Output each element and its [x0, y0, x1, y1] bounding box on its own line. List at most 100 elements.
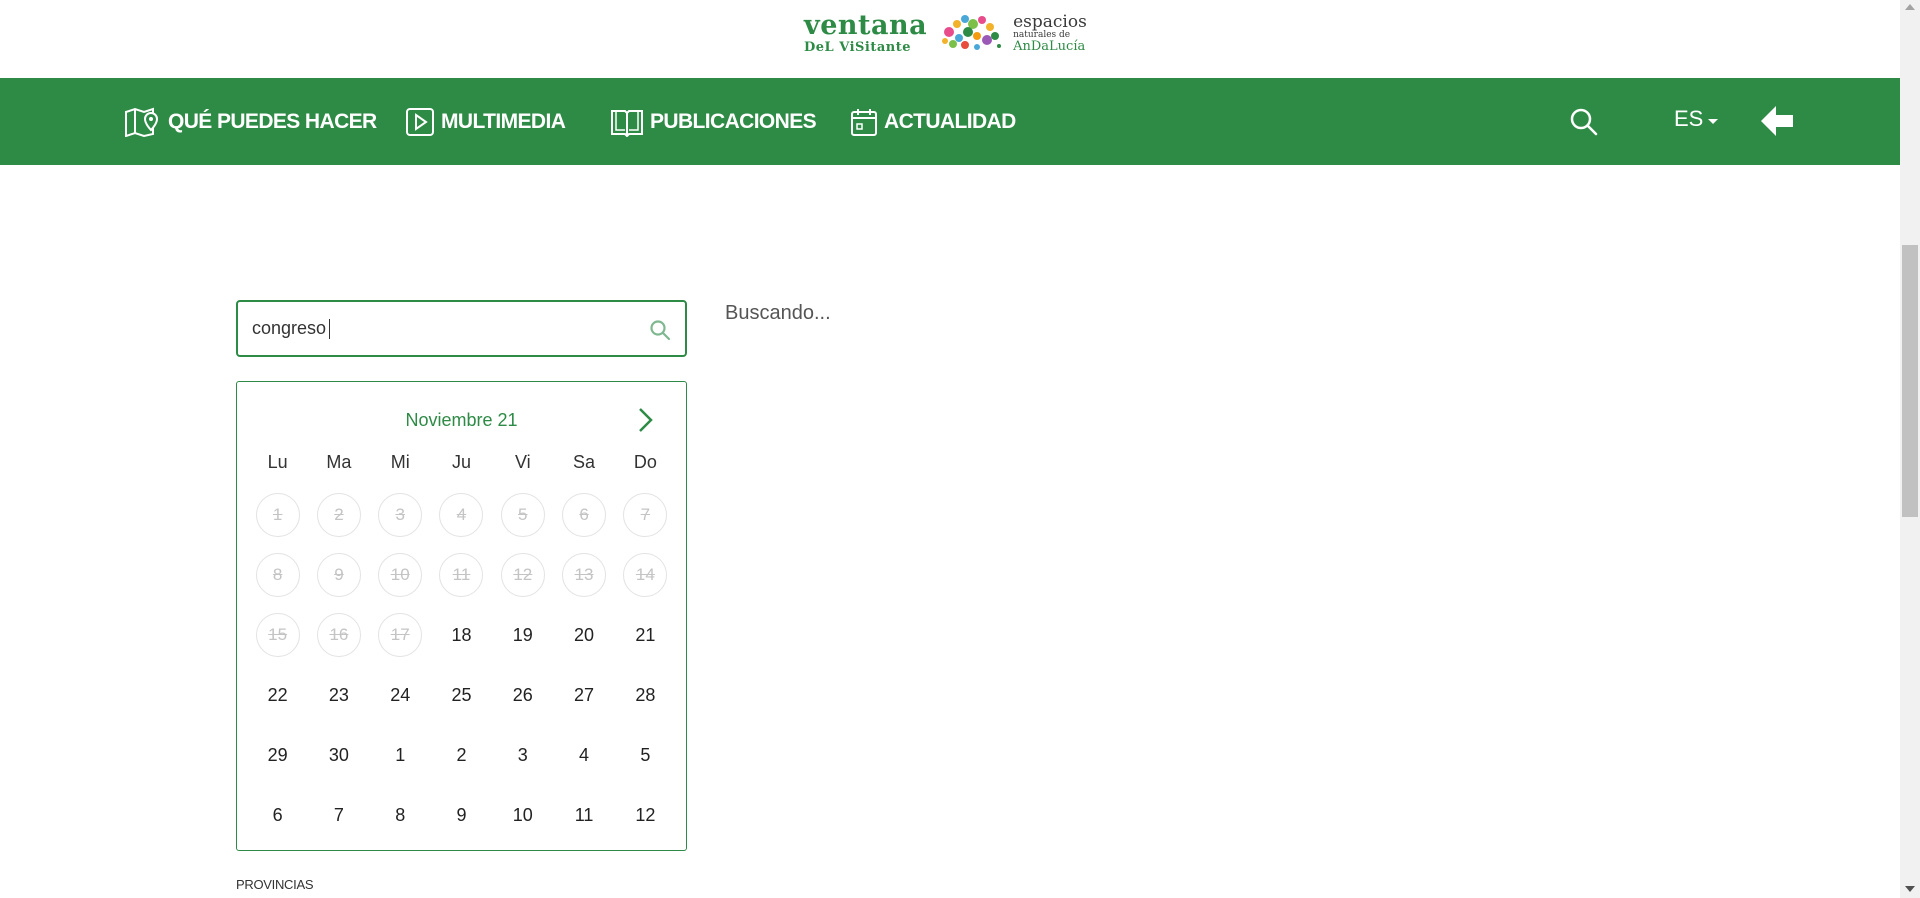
nav-label: ACTUALIDAD	[884, 109, 1016, 133]
calendar-day-number: 22	[267, 684, 288, 705]
nav-label: MULTIMEDIA	[441, 109, 566, 133]
calendar-day-disabled: 6	[553, 485, 614, 545]
play-icon	[406, 107, 434, 136]
date-calendar: Noviembre 21 Lu Ma Mi Ju Vi Sa Do 123456…	[236, 381, 687, 851]
chevron-right-icon[interactable]	[633, 406, 657, 434]
calendar-day-disabled: 11	[431, 545, 492, 605]
calendar-day-number: 15	[255, 613, 300, 657]
weekday-label: Ma	[326, 452, 352, 472]
calendar-day-number: 26	[512, 684, 533, 705]
calendar-day-number: 27	[574, 684, 595, 705]
calendar-day-number: 3	[517, 744, 528, 765]
calendar-day[interactable]: 26	[492, 665, 553, 725]
calendar-day[interactable]: 30	[308, 725, 369, 785]
scroll-up-arrow-icon[interactable]	[1905, 4, 1915, 10]
calendar-day-number: 10	[512, 804, 533, 825]
calendar-day[interactable]: 7	[308, 785, 369, 845]
calendar-day[interactable]: 12	[615, 785, 676, 845]
calendar-day-number: 9	[316, 553, 361, 597]
calendar-day-disabled: 13	[553, 545, 614, 605]
calendar-day[interactable]: 3	[492, 725, 553, 785]
calendar-day-disabled: 5	[492, 485, 553, 545]
search-icon[interactable]	[1570, 108, 1598, 136]
language-selector[interactable]: ES	[1674, 106, 1719, 132]
calendar-days-grid: 1 2 3 4 5 6 7 8 9 10 11 12 13 14 15 16 17 18 19 20 21 22 23 24 2…	[247, 485, 676, 845]
calendar-day[interactable]: 6	[247, 785, 308, 845]
weekday-label: Lu	[267, 452, 288, 472]
calendar-icon	[851, 108, 877, 136]
calendar-day-number: 18	[451, 624, 472, 645]
calendar-day-number: 23	[328, 684, 349, 705]
logo-brand-3: AnDaLucía	[1013, 38, 1086, 54]
calendar-day-number: 3	[378, 493, 423, 537]
calendar-day-number: 6	[562, 493, 607, 537]
calendar-day-number: 13	[562, 553, 607, 597]
calendar-day-number: 28	[635, 684, 656, 705]
calendar-day-disabled: 3	[370, 485, 431, 545]
nav-item-actualidad[interactable]: ACTUALIDAD	[850, 78, 1016, 165]
nav-item-publicaciones[interactable]: PUBLICACIONES	[610, 78, 817, 165]
calendar-day-number: 12	[635, 804, 656, 825]
arrow-left-icon[interactable]	[1758, 102, 1796, 140]
provincias-label: PROVINCIAS	[236, 877, 314, 892]
calendar-day-number: 25	[451, 684, 472, 705]
nav-item-multimedia[interactable]: MULTIMEDIA	[405, 78, 566, 165]
nav-label: PUBLICACIONES	[650, 109, 817, 133]
calendar-day-number: 4	[439, 493, 484, 537]
calendar-day[interactable]: 20	[553, 605, 614, 665]
calendar-day-disabled: 10	[370, 545, 431, 605]
calendar-day-disabled: 14	[615, 545, 676, 605]
weekday-label: Ju	[451, 452, 471, 472]
calendar-day-number: 6	[272, 804, 283, 825]
calendar-day[interactable]: 27	[553, 665, 614, 725]
calendar-day[interactable]: 19	[492, 605, 553, 665]
calendar-day-number: 19	[512, 624, 533, 645]
calendar-day-number: 14	[623, 553, 668, 597]
calendar-day[interactable]: 25	[431, 665, 492, 725]
calendar-day-disabled: 12	[492, 545, 553, 605]
calendar-day[interactable]: 2	[431, 725, 492, 785]
site-logo[interactable]: ventana DeL ViSitante espacios naturales…	[804, 10, 1087, 56]
calendar-day[interactable]: 9	[431, 785, 492, 845]
calendar-day-number: 11	[439, 553, 484, 597]
nav-item-que-puedes-hacer[interactable]: QUÉ PUEDES HACER	[124, 78, 377, 165]
calendar-day-disabled: 17	[370, 605, 431, 665]
calendar-day-number: 30	[328, 744, 349, 765]
chevron-down-icon	[1708, 118, 1719, 124]
calendar-day[interactable]: 18	[431, 605, 492, 665]
calendar-day-number: 1	[395, 744, 406, 765]
calendar-day[interactable]: 29	[247, 725, 308, 785]
calendar-day-number: 16	[316, 613, 361, 657]
calendar-day[interactable]: 21	[615, 605, 676, 665]
calendar-day-number: 24	[390, 684, 411, 705]
calendar-day-disabled: 4	[431, 485, 492, 545]
search-icon[interactable]	[649, 319, 671, 341]
calendar-day-disabled: 1	[247, 485, 308, 545]
calendar-day-number: 4	[579, 744, 590, 765]
scroll-thumb[interactable]	[1902, 245, 1918, 517]
calendar-day[interactable]: 24	[370, 665, 431, 725]
calendar-day[interactable]: 5	[615, 725, 676, 785]
page-scrollbar[interactable]	[1900, 0, 1920, 898]
weekday-label: Vi	[514, 452, 531, 472]
text-cursor	[329, 319, 330, 339]
calendar-day-disabled: 15	[247, 605, 308, 665]
logo-line-1: ventana	[804, 10, 928, 41]
calendar-day[interactable]: 28	[615, 665, 676, 725]
calendar-day-number: 2	[456, 744, 467, 765]
calendar-day[interactable]: 4	[553, 725, 614, 785]
calendar-day-disabled: 9	[308, 545, 369, 605]
calendar-day[interactable]: 1	[370, 725, 431, 785]
calendar-day[interactable]: 11	[553, 785, 614, 845]
calendar-day[interactable]: 23	[308, 665, 369, 725]
calendar-day[interactable]: 22	[247, 665, 308, 725]
calendar-day-disabled: 7	[615, 485, 676, 545]
nav-label: QUÉ PUEDES HACER	[168, 109, 377, 133]
calendar-day[interactable]: 8	[370, 785, 431, 845]
weekday-label: Do	[633, 452, 657, 472]
search-box	[236, 300, 687, 357]
calendar-day-disabled: 16	[308, 605, 369, 665]
search-input[interactable]	[252, 302, 632, 355]
calendar-day[interactable]: 10	[492, 785, 553, 845]
scroll-down-arrow-icon[interactable]	[1905, 886, 1915, 892]
